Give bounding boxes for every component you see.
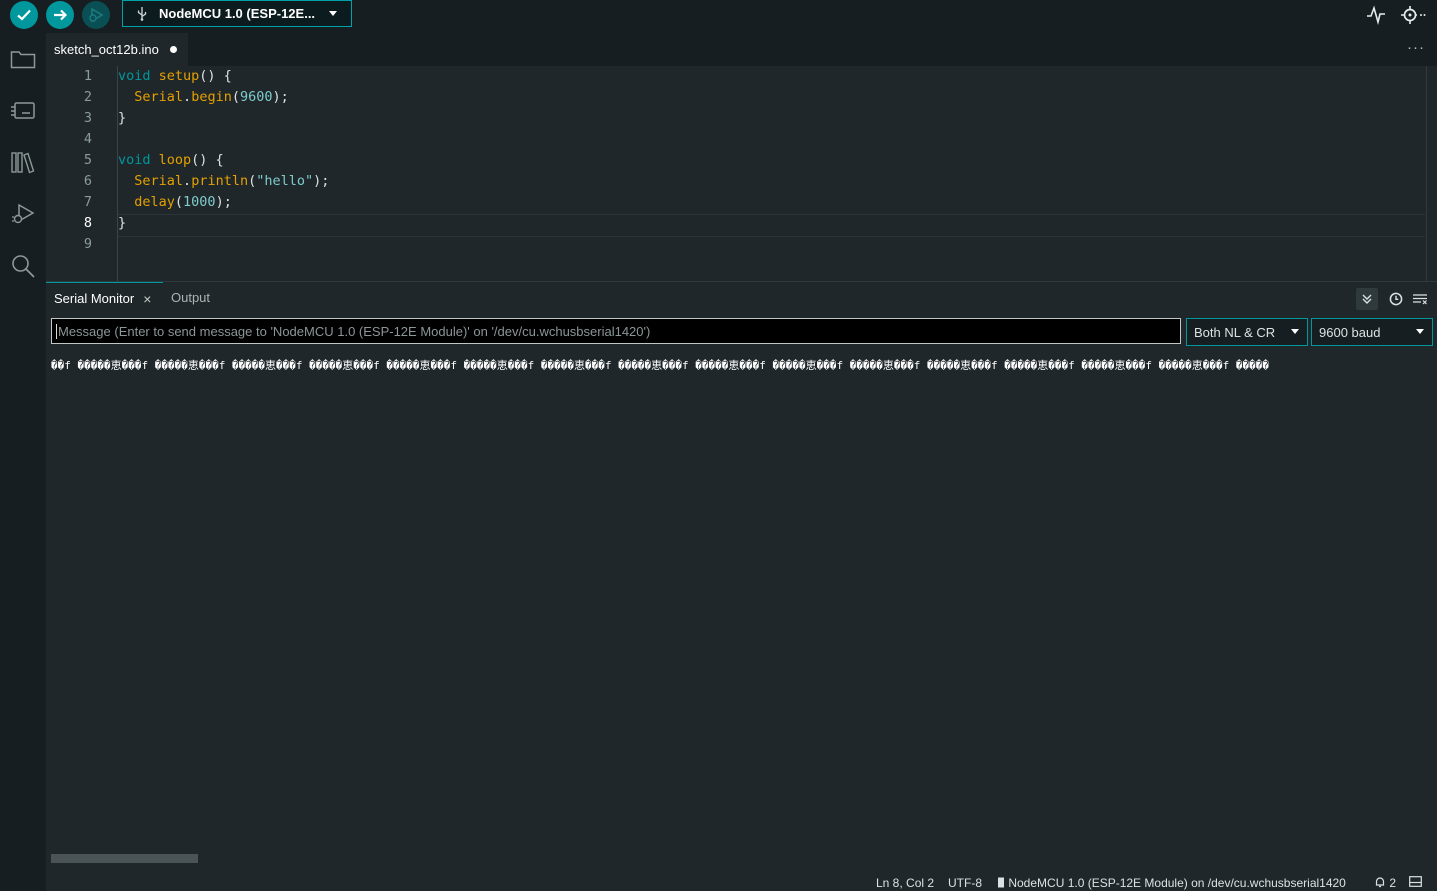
tab-label: sketch_oct12b.ino (54, 42, 159, 57)
board-icon (998, 877, 1004, 888)
panel-layout-icon (1409, 876, 1422, 887)
message-input[interactable]: Message (Enter to send message to 'NodeM… (51, 318, 1181, 344)
debug-icon (89, 7, 104, 23)
code-line: } (118, 215, 127, 231)
code-line: Serial.println("hello"); (134, 173, 330, 189)
code-editor[interactable]: 1 2 3 4 5 6 7 8 9 void setup() { Serial.… (46, 66, 1437, 281)
line-number: 9 (83, 236, 92, 252)
board-selector[interactable]: NodeMCU 1.0 (ESP-12E... (122, 0, 352, 27)
code-line: void loop() { (118, 152, 224, 168)
current-line-highlight (118, 214, 1425, 237)
clock-icon (1389, 292, 1403, 306)
code-line: void setup() { (118, 68, 232, 84)
message-input-placeholder: Message (Enter to send message to 'NodeM… (58, 323, 651, 339)
baud-rate-value: 9600 baud (1319, 324, 1381, 340)
code-line: delay(1000); (134, 194, 232, 210)
debug-run-icon (12, 203, 35, 224)
line-number: 6 (83, 173, 92, 189)
verify-icon (17, 9, 31, 21)
chevron-double-down-icon (1362, 294, 1372, 304)
more-actions-icon[interactable]: ··· (1407, 39, 1425, 56)
board-status[interactable]: NodeMCU 1.0 (ESP-12E Module) on /dev/cu.… (997, 876, 1346, 890)
line-number: 2 (83, 89, 92, 105)
code-line: Serial.begin(9600); (134, 89, 289, 105)
sketchbook-button[interactable] (9, 45, 37, 73)
upload-icon (54, 9, 68, 21)
code-line: } (118, 110, 127, 126)
board-status-label: NodeMCU 1.0 (ESP-12E Module) on /dev/cu.… (1008, 876, 1346, 890)
tab-serial-monitor[interactable]: Serial Monitor × (46, 282, 163, 314)
notifications[interactable]: 2 (1374, 876, 1396, 890)
serial-output: ��f �����恵���f �����恵���f �����恵���f ���… (51, 359, 1269, 372)
cursor-position[interactable]: Ln 8, Col 2 (876, 876, 934, 890)
line-number: 5 (83, 152, 92, 168)
line-number: 4 (83, 131, 92, 147)
serial-monitor-button[interactable] (1400, 5, 1426, 30)
text-cursor (56, 323, 57, 339)
unsaved-dot-icon[interactable] (169, 46, 177, 53)
tab-output-label: Output (171, 290, 211, 305)
line-number: 3 (83, 110, 92, 126)
verify-button[interactable] (10, 1, 38, 29)
search-button[interactable] (9, 252, 37, 280)
tab-output[interactable]: Output (171, 282, 210, 313)
close-icon[interactable]: × (143, 291, 151, 307)
toggle-panel-button[interactable] (1409, 876, 1422, 890)
folder-icon (10, 51, 36, 69)
tab-sketch[interactable]: sketch_oct12b.ino (46, 33, 188, 66)
sidebar (0, 33, 46, 891)
editor-tabbar: sketch_oct12b.ino ··· (46, 33, 1437, 66)
boards-manager-button[interactable] (9, 97, 37, 125)
line-ending-value: Both NL & CR (1194, 324, 1276, 340)
debug-button[interactable] (82, 1, 110, 29)
bell-icon (1375, 877, 1385, 888)
serial-monitor-icon (1401, 6, 1426, 24)
status-bar: Ln 8, Col 2 UTF-8 NodeMCU 1.0 (ESP-12E M… (46, 873, 1437, 891)
file-encoding[interactable]: UTF-8 (948, 876, 982, 890)
chevron-down-icon (1291, 329, 1299, 334)
chevron-down-icon (1416, 329, 1424, 334)
horizontal-scrollbar[interactable] (51, 854, 198, 863)
line-number: 7 (83, 194, 92, 210)
editor-ruler (1426, 66, 1427, 281)
notification-count: 2 (1389, 876, 1397, 890)
serial-plotter-icon (1367, 5, 1385, 26)
line-number-current: 8 (83, 215, 92, 231)
serial-plotter-button[interactable] (1366, 5, 1386, 30)
boards-manager-icon (11, 102, 35, 119)
board-selector-label: NodeMCU 1.0 (ESP-12E... (159, 6, 316, 21)
toggle-autoscroll-button[interactable] (1356, 288, 1378, 310)
baud-rate-select[interactable]: 9600 baud (1311, 318, 1433, 346)
chevron-down-icon (329, 11, 337, 16)
bottom-panel: Serial Monitor × Output Message (Enter t… (46, 281, 1437, 874)
library-manager-button[interactable] (9, 148, 37, 176)
tab-serial-monitor-label: Serial Monitor (54, 291, 135, 306)
clear-output-icon (1413, 294, 1427, 305)
clear-output-button[interactable] (1409, 288, 1431, 310)
upload-button[interactable] (46, 1, 74, 29)
toggle-timestamp-button[interactable] (1385, 288, 1407, 310)
library-manager-icon (11, 152, 35, 174)
line-number: 1 (83, 68, 92, 84)
toolbar: NodeMCU 1.0 (ESP-12E... (0, 0, 1437, 33)
editor-area: sketch_oct12b.ino ··· 1 2 3 4 5 6 7 8 9 … (46, 33, 1437, 281)
debug-panel-button[interactable] (9, 200, 37, 228)
usb-icon (135, 6, 149, 21)
line-ending-select[interactable]: Both NL & CR (1186, 318, 1308, 346)
search-icon (12, 255, 35, 278)
